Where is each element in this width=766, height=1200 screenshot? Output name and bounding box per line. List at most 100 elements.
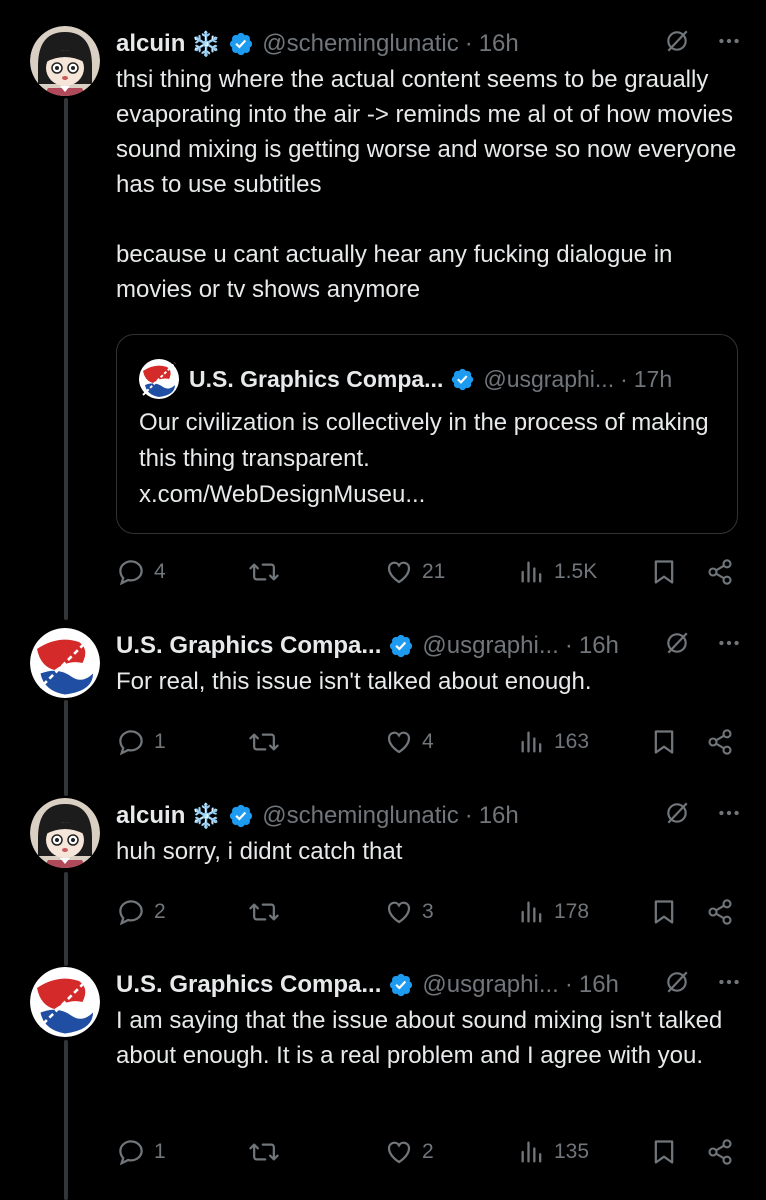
avatar-alcuin[interactable] <box>30 26 100 96</box>
analytics-icon <box>521 1141 542 1163</box>
like-button[interactable]: 2 <box>384 1132 434 1172</box>
repost-button[interactable] <box>248 1132 280 1172</box>
separator-dot: · <box>564 971 573 998</box>
share-button[interactable] <box>706 892 734 932</box>
tweet-actions: 2 3 178 <box>116 892 736 932</box>
share-icon <box>708 899 732 925</box>
avatar-alcuin[interactable] <box>30 798 100 868</box>
tweet-text: I am saying that the issue about sound m… <box>116 1007 729 1069</box>
share-icon <box>708 729 732 755</box>
quoted-tweet-text: Our civilization is collectively in the … <box>139 409 709 472</box>
reply-icon <box>119 1140 143 1166</box>
verified-badge-icon[interactable] <box>388 972 414 998</box>
heart-icon <box>387 561 411 584</box>
more-options-icon[interactable] <box>716 630 742 663</box>
views-button[interactable]: 163 <box>518 722 589 762</box>
repost-button[interactable] <box>248 552 280 592</box>
bookmark-button[interactable] <box>650 552 678 592</box>
tweet-actions: 1 2 135 <box>116 1132 736 1172</box>
tweet-actions: 1 4 163 <box>116 722 736 762</box>
timestamp[interactable]: 17h <box>634 366 672 393</box>
quoted-tweet-link[interactable]: x.com/WebDesignMuseu... <box>139 477 717 513</box>
analytics-icon <box>521 731 542 753</box>
verified-badge-icon[interactable] <box>228 803 254 829</box>
tweet-actions: 4 21 1.5K <box>116 552 736 592</box>
user-handle[interactable]: @usgraphi... <box>422 971 558 999</box>
bookmark-icon <box>654 1140 674 1164</box>
share-button[interactable] <box>706 552 734 592</box>
thread-line <box>64 98 68 620</box>
share-button[interactable] <box>706 1132 734 1172</box>
user-handle[interactable]: @scheminglunatic <box>262 802 458 830</box>
tweet-header: alcuin ❄️ @scheminglunatic · 16h <box>116 26 742 62</box>
timestamp[interactable]: 16h <box>579 971 619 999</box>
like-button[interactable]: 3 <box>384 892 434 932</box>
heart-icon <box>387 1141 411 1164</box>
bookmark-button[interactable] <box>650 892 678 932</box>
header-actions <box>664 26 742 62</box>
reply-button[interactable]: 2 <box>116 892 166 932</box>
analytics-icon <box>521 561 542 583</box>
more-options-icon[interactable] <box>716 969 742 1002</box>
share-icon <box>708 559 732 585</box>
bookmark-button[interactable] <box>650 722 678 762</box>
timestamp[interactable]: 16h <box>479 30 519 58</box>
display-name[interactable]: alcuin <box>116 802 185 830</box>
verified-badge-icon[interactable] <box>388 633 414 659</box>
analytics-icon <box>521 901 542 923</box>
repost-button[interactable] <box>248 722 280 762</box>
user-handle[interactable]: @usgraphi... <box>422 632 558 660</box>
share-button[interactable] <box>706 722 734 762</box>
snowflake-emoji: ❄️ <box>191 30 222 58</box>
share-icon <box>708 1139 732 1165</box>
separator-dot: · <box>620 365 628 392</box>
reply-icon <box>119 900 143 926</box>
thread-line <box>64 1040 68 1200</box>
display-name[interactable]: U.S. Graphics Compa... <box>189 366 443 393</box>
avatar-usg-small[interactable] <box>139 359 179 399</box>
user-handle[interactable]: @usgraphi... <box>483 366 614 393</box>
reply-button[interactable]: 4 <box>116 552 166 592</box>
tweet-content: alcuin ❄️ @scheminglunatic · 16h huh sor… <box>116 798 742 869</box>
like-button[interactable]: 4 <box>384 722 434 762</box>
user-handle[interactable]: @scheminglunatic <box>262 30 458 58</box>
more-options-icon[interactable] <box>716 800 742 833</box>
bookmark-icon <box>654 560 674 584</box>
quoted-tweet-text-block: Our civilization is collectively in the … <box>139 405 717 513</box>
timestamp[interactable]: 16h <box>479 802 519 830</box>
reply-icon <box>119 730 143 756</box>
timestamp[interactable]: 16h <box>579 632 619 660</box>
grok-icon[interactable] <box>664 630 690 663</box>
tweet-content: alcuin ❄️ @scheminglunatic · 16h thsi th… <box>116 26 742 307</box>
avatar-usg[interactable] <box>30 628 100 698</box>
display-name[interactable]: U.S. Graphics Compa... <box>116 971 381 999</box>
avatar-usg[interactable] <box>30 967 100 1037</box>
snowflake-emoji: ❄️ <box>191 802 222 830</box>
grok-icon[interactable] <box>664 969 690 1002</box>
display-name[interactable]: U.S. Graphics Compa... <box>116 632 381 660</box>
reply-button[interactable]: 1 <box>116 722 166 762</box>
display-name[interactable]: alcuin <box>116 30 185 58</box>
bookmark-button[interactable] <box>650 1132 678 1172</box>
quoted-tweet[interactable]: U.S. Graphics Compa... @usgraphi... · 17… <box>116 334 738 534</box>
views-button[interactable]: 135 <box>518 1132 589 1172</box>
repost-button[interactable] <box>248 892 280 932</box>
like-button[interactable]: 21 <box>384 552 445 592</box>
bookmark-icon <box>654 730 674 754</box>
conversation-thread: alcuin ❄️ @scheminglunatic · 16h thsi th… <box>0 0 766 1200</box>
grok-icon[interactable] <box>664 800 690 833</box>
repost-icon <box>249 733 279 751</box>
reply-button[interactable]: 1 <box>116 1132 166 1172</box>
thread-line <box>64 872 68 966</box>
grok-icon[interactable] <box>664 28 690 61</box>
more-options-icon[interactable] <box>716 28 742 61</box>
tweet-content: U.S. Graphics Compa... @usgraphi... · 16… <box>116 628 742 699</box>
verified-badge-icon[interactable] <box>450 367 475 392</box>
views-button[interactable]: 1.5K <box>518 552 597 592</box>
quoted-tweet-header: U.S. Graphics Compa... @usgraphi... · 17… <box>139 359 717 399</box>
separator-dot: · <box>464 30 473 57</box>
verified-badge-icon[interactable] <box>228 31 254 57</box>
views-button[interactable]: 178 <box>518 892 589 932</box>
separator-dot: · <box>464 802 473 829</box>
tweet-header: alcuin ❄️ @scheminglunatic · 16h <box>116 798 742 834</box>
